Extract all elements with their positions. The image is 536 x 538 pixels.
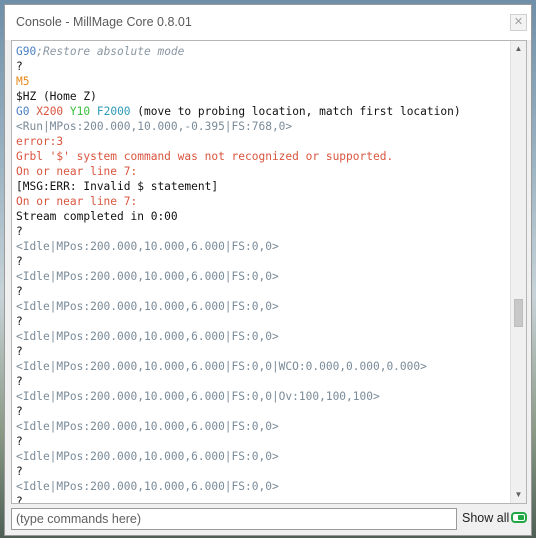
console-text: <Idle|MPos:200.000,10.000,6.000|FS:0,0> — [16, 270, 279, 283]
console-text: <Idle|MPos:200.000,10.000,6.000|FS:0,0> — [16, 420, 279, 433]
console-line: On or near line 7: — [16, 164, 508, 179]
console-text: <Idle|MPos:200.000,10.000,6.000|FS:0,0> — [16, 480, 279, 493]
console-line: M5 — [16, 74, 508, 89]
console-line: ? — [16, 284, 508, 299]
title-bar[interactable]: Console - MillMage Core 0.8.01 ✕ — [5, 5, 531, 40]
console-text: $HZ (Home Z) — [16, 90, 97, 103]
console-line: Grbl '$' system command was not recogniz… — [16, 149, 508, 164]
console-line: <Idle|MPos:200.000,10.000,6.000|FS:0,0> — [16, 329, 508, 344]
console-text: ? — [16, 465, 23, 478]
console-line: ? — [16, 404, 508, 419]
console-text: ? — [16, 495, 23, 503]
scroll-down-icon[interactable]: ▼ — [511, 487, 526, 503]
command-input[interactable] — [11, 508, 457, 530]
console-line: <Idle|MPos:200.000,10.000,6.000|FS:0,0|O… — [16, 389, 508, 404]
console-line: <Idle|MPos:200.000,10.000,6.000|FS:0,0> — [16, 269, 508, 284]
console-text: ? — [16, 405, 23, 418]
console-text: ? — [16, 60, 23, 73]
console-line: $HZ (Home Z) — [16, 89, 508, 104]
console-line: <Run|MPos:200.000,10.000,-0.395|FS:768,0… — [16, 119, 508, 134]
console-text: ? — [16, 315, 23, 328]
close-button[interactable]: ✕ — [510, 14, 527, 31]
console-line: <Idle|MPos:200.000,10.000,6.000|FS:0,0> — [16, 419, 508, 434]
console-line: <Idle|MPos:200.000,10.000,6.000|FS:0,0> — [16, 239, 508, 254]
console-text: Grbl '$' system command was not recogniz… — [16, 150, 394, 163]
console-text: ? — [16, 225, 23, 238]
console-text: G0 — [16, 105, 37, 118]
console-text: ? — [16, 375, 23, 388]
console-text: F2000 — [96, 105, 131, 118]
console-text: Stream completed in 0:00 — [16, 210, 178, 223]
console-line: <Idle|MPos:200.000,10.000,6.000|FS:0,0> — [16, 449, 508, 464]
console-text: ? — [16, 255, 23, 268]
close-icon: ✕ — [513, 16, 524, 28]
console-line: <Idle|MPos:200.000,10.000,6.000|FS:0,0> — [16, 479, 508, 494]
vertical-scrollbar[interactable]: ▲ ▼ — [510, 41, 526, 503]
console-text: <Idle|MPos:200.000,10.000,6.000|FS:0,0> — [16, 450, 279, 463]
console-line: ? — [16, 374, 508, 389]
console-line: G0 X200 Y10 F2000 (move to probing locat… — [16, 104, 508, 119]
console-text: <Idle|MPos:200.000,10.000,6.000|FS:0,0> — [16, 240, 279, 253]
console-line: <Idle|MPos:200.000,10.000,6.000|FS:0,0> — [16, 299, 508, 314]
console-text: error:3 — [16, 135, 64, 148]
scroll-thumb[interactable] — [514, 299, 523, 327]
console-text: <Idle|MPos:200.000,10.000,6.000|FS:0,0> — [16, 330, 279, 343]
console-text: Y10 — [69, 105, 97, 118]
console-text: <Idle|MPos:200.000,10.000,6.000|FS:0,0|W… — [16, 360, 427, 373]
console-text: ? — [16, 345, 23, 358]
console-line: error:3 — [16, 134, 508, 149]
console-line: ? — [16, 314, 508, 329]
console-window: Console - MillMage Core 0.8.01 ✕ G90;Res… — [4, 4, 532, 536]
console-output[interactable]: G90;Restore absolute mode? M5 $HZ (Home Z)… — [11, 40, 527, 504]
console-line: ? — [16, 254, 508, 269]
console-text: ? — [16, 435, 23, 448]
console-line: ? — [16, 224, 508, 239]
console-line: <Idle|MPos:200.000,10.000,6.000|FS:0,0|W… — [16, 359, 508, 374]
console-line: [MSG:ERR: Invalid $ statement] — [16, 179, 508, 194]
show-all-toggle[interactable] — [511, 512, 527, 523]
console-line: ? — [16, 434, 508, 449]
console-line: ? — [16, 494, 508, 503]
console-line: G90;Restore absolute mode — [16, 44, 508, 59]
console-log: G90;Restore absolute mode? M5 $HZ (Home Z)… — [16, 44, 508, 503]
console-text: G90 — [16, 45, 37, 58]
show-all-label: Show all — [462, 511, 510, 525]
console-text: ;Restore absolute mode — [36, 45, 185, 58]
scroll-up-icon[interactable]: ▲ — [511, 41, 526, 57]
console-line: On or near line 7: — [16, 194, 508, 209]
console-line: ? — [16, 59, 508, 74]
toggle-knob — [518, 515, 524, 520]
window-title: Console - MillMage Core 0.8.01 — [16, 15, 192, 29]
console-line: ? — [16, 344, 508, 359]
console-text: X200 — [36, 105, 70, 118]
console-text: M5 — [16, 75, 30, 88]
console-text: [MSG:ERR: Invalid $ statement] — [16, 180, 219, 193]
console-text: (move to probing location, match first l… — [130, 105, 461, 118]
console-text: <Idle|MPos:200.000,10.000,6.000|FS:0,0|O… — [16, 390, 380, 403]
console-text: <Idle|MPos:200.000,10.000,6.000|FS:0,0> — [16, 300, 279, 313]
console-text: ? — [16, 285, 23, 298]
console-text: <Run|MPos:200.000,10.000,-0.395|FS:768,0… — [16, 120, 293, 133]
console-text: On or near line 7: — [16, 165, 138, 178]
console-text: On or near line 7: — [16, 195, 138, 208]
console-line: Stream completed in 0:00 — [16, 209, 508, 224]
console-line: ? — [16, 464, 508, 479]
